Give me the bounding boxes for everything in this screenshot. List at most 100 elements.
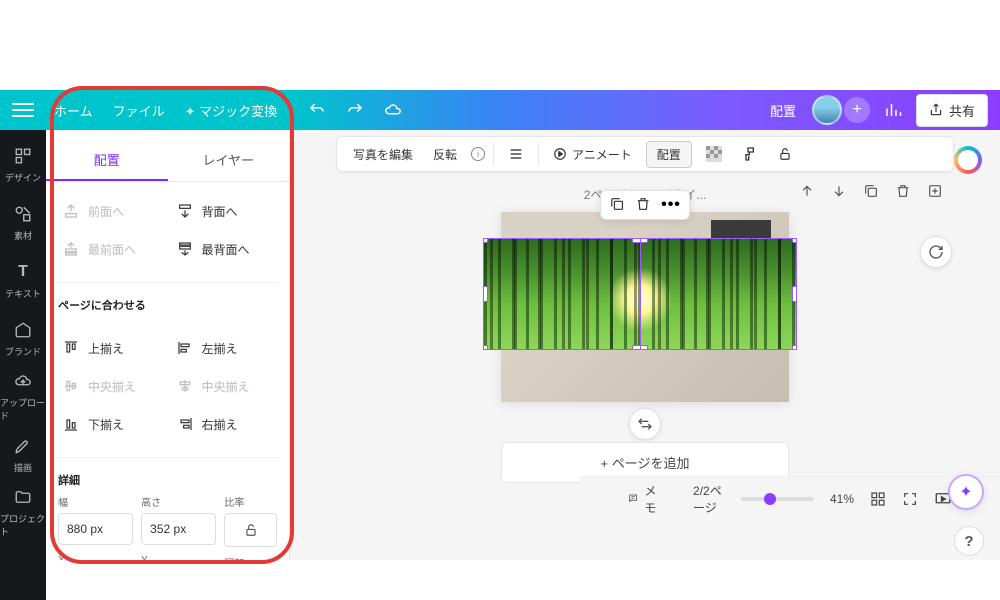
avatar[interactable] [812,95,842,125]
swap-icon [637,416,653,432]
swap-button[interactable] [629,408,661,440]
delete-page-icon[interactable] [894,182,912,200]
help-fab[interactable]: ? [954,526,984,556]
refresh-icon [928,244,944,260]
align-top-button[interactable]: 上揃え [56,331,166,365]
move-down-icon[interactable] [830,182,848,200]
design-icon [12,145,34,167]
flip-button[interactable]: 反転 [427,142,463,167]
left-rail: デザイン 素材 Tテキスト ブランド アップロード 描画 プロジェクト [0,130,46,600]
align-center-icon [176,377,194,395]
info-icon[interactable]: i [471,147,485,161]
resize-handle-ml[interactable] [483,286,488,302]
align-left-icon [176,339,194,357]
transparency-icon[interactable] [700,142,728,166]
bring-forward-button: 前面へ [56,194,166,228]
bring-to-front-button: 最前面へ [56,232,166,266]
selected-image[interactable] [483,238,797,350]
sparkle-icon: ✦ [959,482,972,502]
send-backward-icon [176,202,194,220]
resize-handle-tr[interactable] [792,238,797,243]
resize-handle-tl[interactable] [483,238,488,243]
context-toolbar: 写真を編集 反転 i アニメート 配置 [336,136,954,172]
add-page-icon[interactable] [926,182,944,200]
magic-fab[interactable]: ✦ [948,474,984,510]
lock-icon[interactable] [772,143,798,165]
mini-more-icon[interactable]: ••• [661,196,681,214]
top-arrange-button[interactable]: 配置 [762,97,804,124]
align-center-button: 中央揃え [170,369,280,403]
align-middle-button: 中央揃え [56,369,166,403]
bottom-bar: メモ 2/2ページ 41% [580,476,1000,520]
mini-delete-icon[interactable] [635,196,651,214]
align-right-button[interactable]: 右揃え [170,407,280,441]
grid-view-icon[interactable] [870,491,886,507]
help-icon: ? [964,533,973,550]
topmenu-file[interactable]: ファイル [113,101,165,120]
rail-brand[interactable]: ブランド [0,310,46,366]
align-menu-icon[interactable] [502,142,530,166]
draw-icon [12,435,34,457]
send-backward-button[interactable]: 背面へ [170,194,280,228]
send-to-back-button[interactable]: 最背面へ [170,232,280,266]
rail-upload[interactable]: アップロード [0,368,46,424]
rotate-label: 回転 [224,555,277,560]
elements-icon [12,203,34,225]
rail-draw[interactable]: 描画 [0,426,46,482]
brand-icon [12,319,34,341]
send-to-back-icon [176,240,194,258]
zoom-slider[interactable] [741,497,814,501]
ratio-lock-button[interactable] [224,513,277,547]
align-bottom-button[interactable]: 下揃え [56,407,166,441]
style-copy-icon[interactable] [736,142,764,166]
rail-design[interactable]: デザイン [0,136,46,192]
width-label: 幅 [58,494,133,509]
undo-icon[interactable] [302,95,332,125]
align-top-icon [62,339,80,357]
arrange-panel: 配置 レイヤー 前面へ 背面へ 最前面へ 最背面へ ページに合わせる 上揃え 左… [46,130,290,560]
fullscreen-icon[interactable] [902,491,918,507]
canva-logo-badge[interactable] [954,146,982,174]
tab-layer[interactable]: レイヤー [168,140,290,181]
height-label: 高さ [141,494,216,509]
resize-handle-tm[interactable] [632,238,648,243]
mini-duplicate-icon[interactable] [609,196,625,214]
rail-projects[interactable]: プロジェクト [0,484,46,540]
arrange-button[interactable]: 配置 [646,141,692,168]
align-bottom-icon [62,415,80,433]
share-icon [929,103,943,117]
edit-photo-button[interactable]: 写真を編集 [347,142,419,167]
fit-to-page-heading: ページに合わせる [46,287,289,319]
move-up-icon[interactable] [798,182,816,200]
page-indicator[interactable]: 2/2ページ [693,482,725,516]
folder-icon [12,486,34,508]
tab-arrange[interactable]: 配置 [46,140,168,181]
resize-handle-bm[interactable] [632,345,648,350]
menu-hamburger-icon[interactable] [12,99,34,121]
x-label: X [58,555,133,560]
resize-handle-mr[interactable] [792,286,797,302]
resize-handle-br[interactable] [792,345,797,350]
share-button[interactable]: 共有 [916,94,988,127]
duplicate-page-icon[interactable] [862,182,880,200]
bring-forward-icon [62,202,80,220]
rail-elements[interactable]: 素材 [0,194,46,250]
rail-text[interactable]: Tテキスト [0,252,46,308]
topmenu-home[interactable]: ホーム [54,101,93,120]
notes-button[interactable]: メモ [628,482,661,516]
cloud-sync-icon[interactable] [378,95,408,125]
resize-handle-bl[interactable] [483,345,488,350]
notes-icon [628,491,638,506]
add-member-icon[interactable]: + [844,97,870,123]
selection-mini-toolbar: ••• [600,190,690,220]
animate-button[interactable]: アニメート [547,142,638,167]
analytics-icon[interactable] [878,95,908,125]
zoom-percent[interactable]: 41% [830,492,854,506]
regenerate-button[interactable] [920,236,952,268]
width-input[interactable] [58,513,133,545]
align-left-button[interactable]: 左揃え [170,331,280,365]
height-input[interactable] [141,513,216,545]
page-canvas[interactable] [501,212,789,402]
redo-icon[interactable] [340,95,370,125]
topmenu-magic[interactable]: ✦ マジック変換 [185,101,278,120]
